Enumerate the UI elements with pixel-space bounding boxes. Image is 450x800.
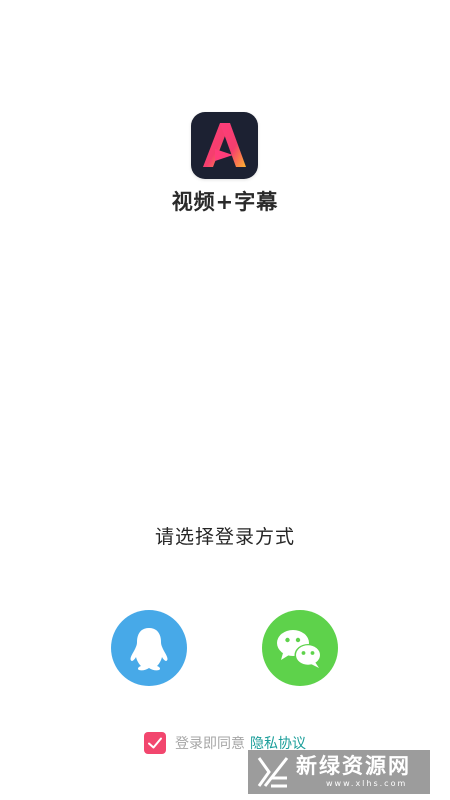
site-watermark: 新绿资源网 www.xlhs.com <box>248 750 430 794</box>
watermark-logo-icon <box>257 757 289 788</box>
agreement-text: 登录即同意 <box>175 736 245 752</box>
checkmark-icon <box>148 737 162 749</box>
login-prompt: 请选择登录方式 <box>154 526 295 548</box>
agreement-checkbox[interactable] <box>144 732 166 754</box>
watermark-title: 新绿资源网 <box>296 754 411 778</box>
wechat-bubbles-icon <box>277 630 322 668</box>
qq-login-button[interactable] <box>111 610 187 686</box>
app-name: 视频+字幕 <box>171 190 279 214</box>
app-logo <box>191 112 258 179</box>
wechat-login-button[interactable] <box>262 610 338 686</box>
qq-penguin-icon <box>130 628 168 671</box>
app-logo-a-icon <box>203 123 246 167</box>
watermark-subtitle: www.xlhs.com <box>326 779 408 788</box>
